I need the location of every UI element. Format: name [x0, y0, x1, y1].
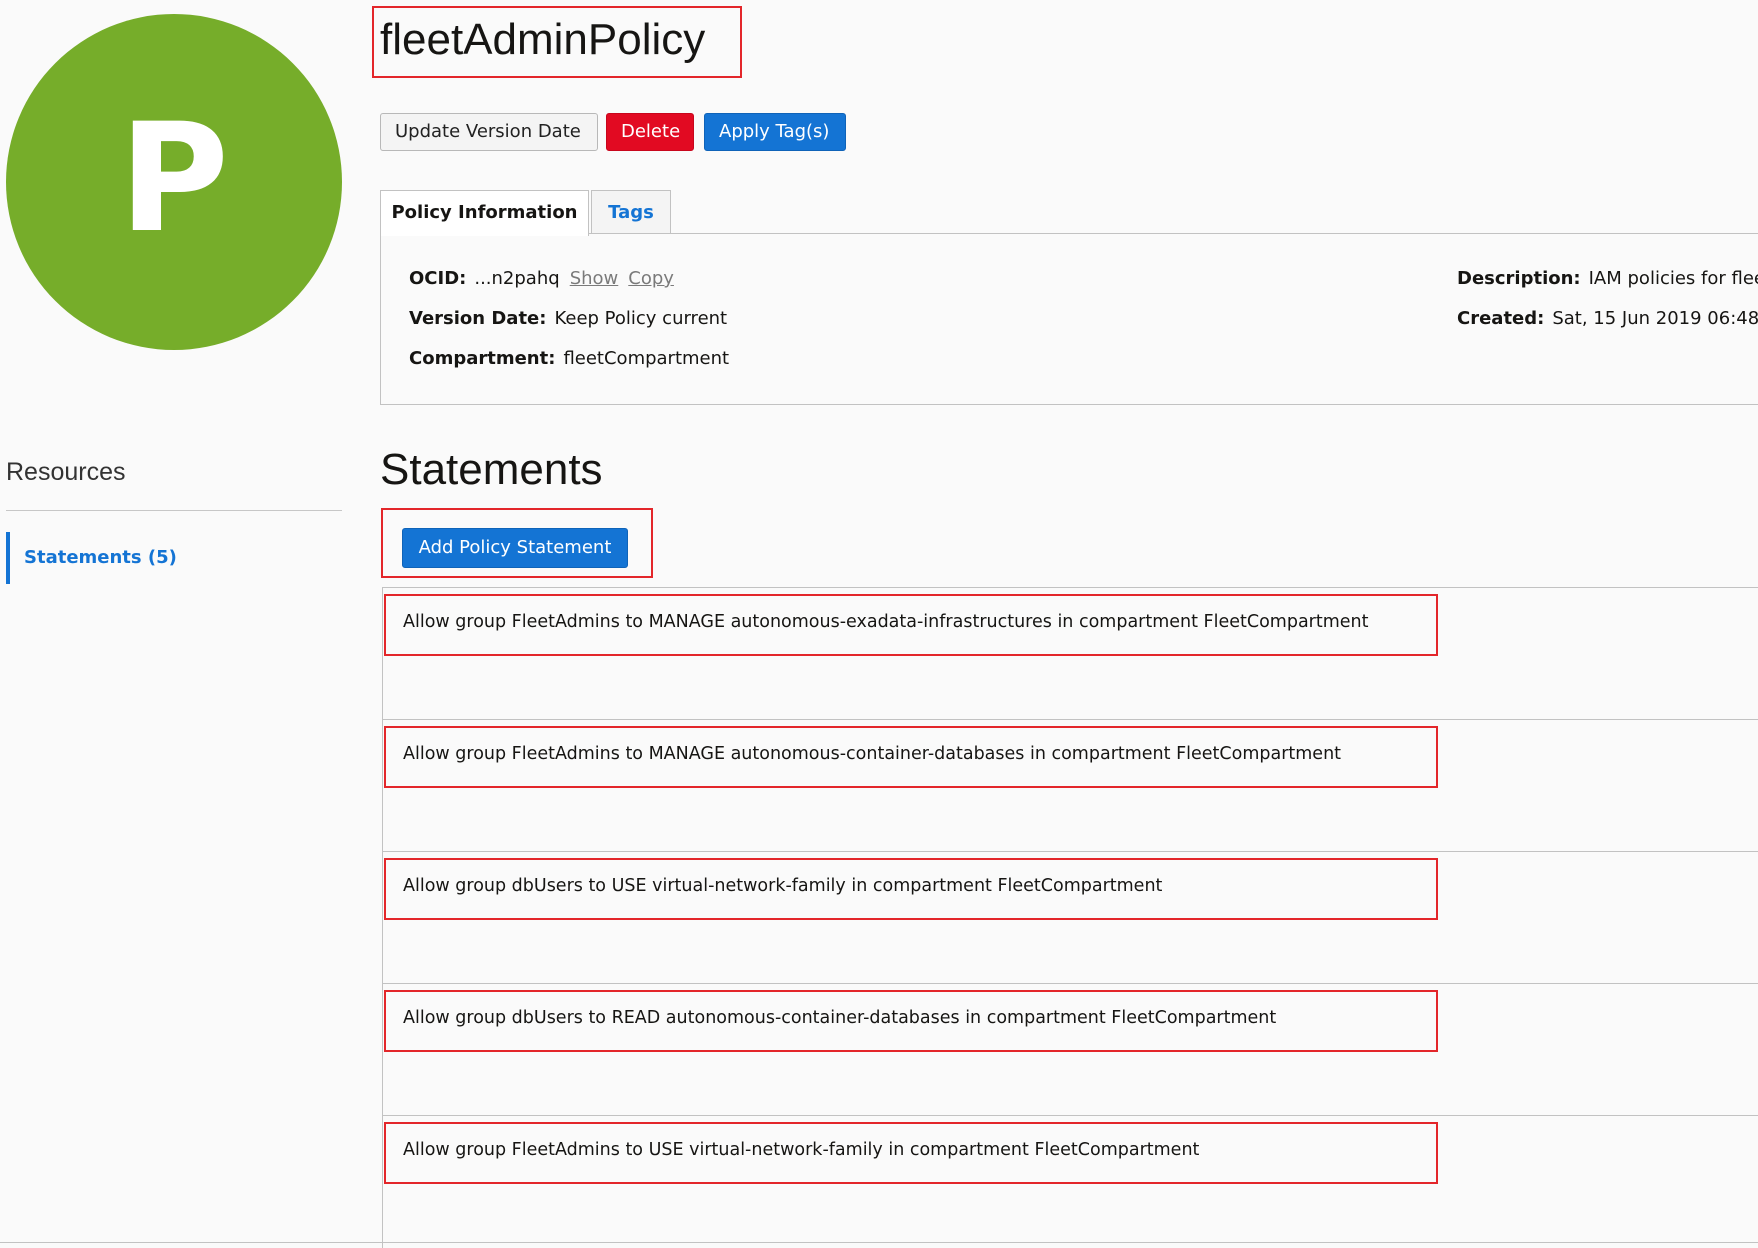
bottom-divider — [0, 1242, 1758, 1243]
title-highlight-box — [372, 6, 742, 78]
delete-button[interactable]: Delete — [606, 113, 694, 151]
statement-row: Allow group dbUsers to USE virtual-netwo… — [383, 852, 1758, 984]
avatar-letter: P — [119, 92, 229, 266]
add-policy-statement-button[interactable]: Add Policy Statement — [402, 528, 628, 568]
statement-text: Allow group dbUsers to USE virtual-netwo… — [403, 876, 1163, 896]
statement-row: Allow group FleetAdmins to USE virtual-n… — [383, 1116, 1758, 1248]
created-label: Created: — [1457, 308, 1545, 329]
sidebar-item-statements[interactable]: Statements (5) — [6, 532, 342, 584]
policy-information-panel: OCID: ...n2pahq Show Copy Version Date: Keep… — [380, 233, 1758, 405]
update-version-date-button[interactable]: Update Version Date — [380, 113, 598, 151]
tab-policy-information[interactable]: Policy Information — [380, 190, 589, 236]
statement-text: Allow group FleetAdmins to USE virtual-n… — [403, 1140, 1200, 1160]
statement-text: Allow group dbUsers to READ autonomous-c… — [403, 1008, 1277, 1028]
compartment-label: Compartment: — [409, 348, 556, 369]
tab-tags[interactable]: Tags — [591, 190, 671, 234]
statement-row: Allow group FleetAdmins to MANAGE autono… — [383, 588, 1758, 720]
created-field: Created: Sat, 15 Jun 2019 06:48 — [1457, 307, 1758, 331]
description-value: IAM policies for flee — [1588, 268, 1758, 289]
statements-heading: Statements — [380, 445, 603, 494]
apply-tags-button[interactable]: Apply Tag(s) — [704, 113, 846, 151]
compartment-value[interactable]: fleetCompartment — [563, 348, 729, 369]
compartment-field: Compartment: fleetCompartment — [409, 347, 729, 371]
statement-row: Allow group dbUsers to READ autonomous-c… — [383, 984, 1758, 1116]
ocid-show-link[interactable]: Show — [570, 268, 619, 289]
description-label: Description: — [1457, 268, 1581, 289]
ocid-value: ...n2pahq — [474, 268, 560, 289]
version-date-label: Version Date: — [409, 308, 547, 329]
statement-text: Allow group FleetAdmins to MANAGE autono… — [403, 744, 1342, 764]
ocid-copy-link[interactable]: Copy — [628, 268, 674, 289]
resources-heading: Resources — [6, 458, 126, 486]
resources-divider — [6, 510, 342, 511]
statements-list: Allow group FleetAdmins to MANAGE autono… — [382, 587, 1758, 1248]
ocid-field: OCID: ...n2pahq Show Copy — [409, 267, 674, 291]
version-date-value: Keep Policy current — [554, 308, 728, 329]
statement-text: Allow group FleetAdmins to MANAGE autono… — [403, 612, 1369, 632]
statement-row: Allow group FleetAdmins to MANAGE autono… — [383, 720, 1758, 852]
description-field: Description: IAM policies for flee — [1457, 267, 1758, 291]
version-date-field: Version Date: Keep Policy current — [409, 307, 727, 331]
created-value: Sat, 15 Jun 2019 06:48 — [1552, 308, 1758, 329]
policy-avatar: P — [6, 14, 342, 350]
ocid-label: OCID: — [409, 268, 467, 289]
